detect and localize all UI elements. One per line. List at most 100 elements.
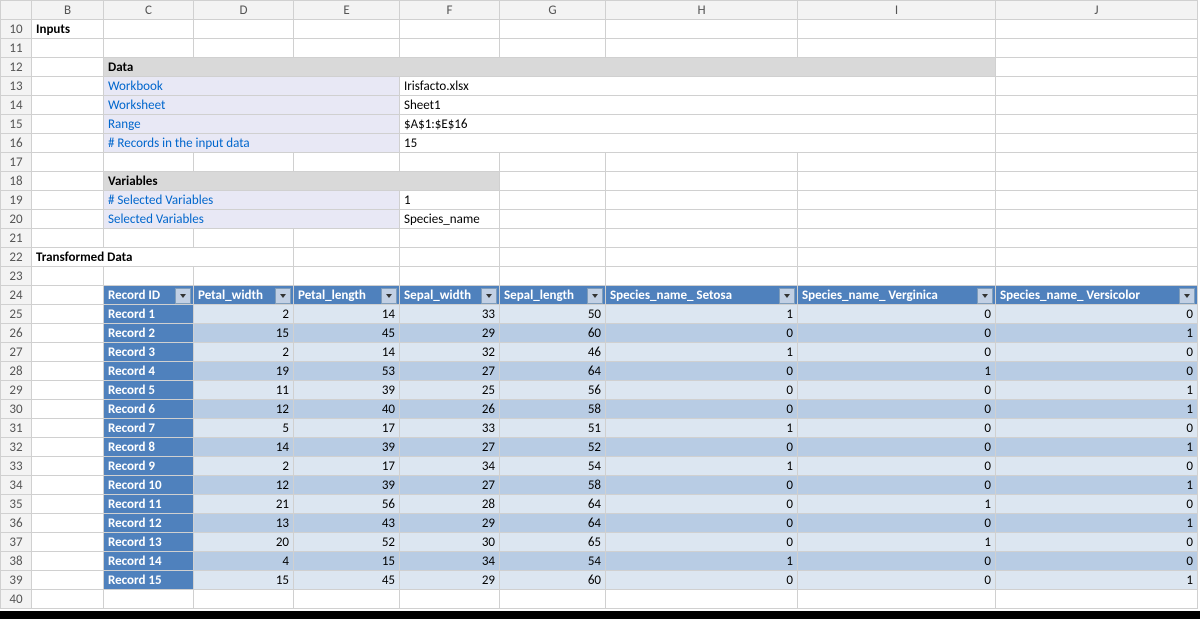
data-cell[interactable]: 5 (194, 419, 294, 438)
data-cell[interactable]: 14 (194, 438, 294, 457)
col-header[interactable]: H (606, 1, 798, 20)
data-cell[interactable]: 64 (500, 362, 606, 381)
data-cell[interactable]: 1 (996, 381, 1198, 400)
data-cell[interactable]: 27 (400, 438, 500, 457)
cell[interactable] (996, 191, 1198, 210)
data-cell[interactable]: 46 (500, 343, 606, 362)
cell[interactable] (606, 20, 798, 39)
cell[interactable] (606, 172, 798, 191)
cell[interactable] (606, 153, 798, 172)
data-cell[interactable]: 26 (400, 400, 500, 419)
data-cell[interactable]: 45 (294, 324, 400, 343)
data-cell[interactable]: 0 (996, 533, 1198, 552)
cell[interactable] (32, 476, 104, 495)
cell[interactable] (32, 96, 104, 115)
cell[interactable] (104, 20, 194, 39)
cell[interactable] (996, 39, 1198, 58)
table-column-header[interactable]: Species_name_ Verginica (798, 286, 996, 305)
cell[interactable] (500, 210, 606, 229)
data-cell[interactable]: 30 (400, 533, 500, 552)
row-header[interactable]: 16 (1, 134, 32, 153)
data-label[interactable]: Worksheet (104, 96, 400, 115)
data-cell[interactable]: 50 (500, 305, 606, 324)
data-cell[interactable]: 0 (798, 457, 996, 476)
cell[interactable] (798, 153, 996, 172)
data-cell[interactable]: 11 (194, 381, 294, 400)
cell[interactable] (32, 590, 104, 609)
data-cell[interactable]: 52 (500, 438, 606, 457)
data-label[interactable]: # Records in the input data (104, 134, 400, 153)
cell[interactable] (32, 457, 104, 476)
filter-dropdown-icon[interactable] (779, 288, 795, 304)
data-cell[interactable]: 1 (996, 324, 1198, 343)
data-cell[interactable]: 39 (294, 476, 400, 495)
data-cell[interactable]: 27 (400, 362, 500, 381)
data-cell[interactable]: 1 (996, 438, 1198, 457)
cell[interactable] (32, 305, 104, 324)
data-cell[interactable]: 1 (606, 343, 798, 362)
spreadsheet-grid[interactable]: B C D E F G H I J 10Inputs1112Data13Work… (0, 0, 1198, 609)
data-cell[interactable]: 2 (194, 343, 294, 362)
row-header[interactable]: 12 (1, 58, 32, 77)
cell[interactable] (606, 229, 798, 248)
data-cell[interactable]: 0 (606, 533, 798, 552)
table-column-header[interactable]: Sepal_width (400, 286, 500, 305)
col-header[interactable]: F (400, 1, 500, 20)
data-cell[interactable]: 1 (996, 400, 1198, 419)
row-header[interactable]: 15 (1, 115, 32, 134)
data-cell[interactable]: 13 (194, 514, 294, 533)
record-id-cell[interactable]: Record 9 (104, 457, 194, 476)
data-cell[interactable]: 2 (194, 305, 294, 324)
data-section-header[interactable]: Data (104, 58, 996, 77)
cell[interactable] (32, 229, 104, 248)
cell[interactable] (996, 248, 1198, 267)
data-cell[interactable]: 15 (294, 552, 400, 571)
cell[interactable] (32, 77, 104, 96)
data-cell[interactable]: 0 (606, 324, 798, 343)
cell[interactable] (32, 362, 104, 381)
cell[interactable] (996, 77, 1198, 96)
data-cell[interactable]: 12 (194, 476, 294, 495)
cell[interactable] (294, 153, 400, 172)
filter-dropdown-icon[interactable] (587, 288, 603, 304)
row-header[interactable]: 38 (1, 552, 32, 571)
cell[interactable] (500, 229, 606, 248)
data-cell[interactable]: 28 (400, 495, 500, 514)
record-id-cell[interactable]: Record 7 (104, 419, 194, 438)
data-cell[interactable]: 0 (606, 381, 798, 400)
col-header[interactable]: C (104, 1, 194, 20)
cell[interactable] (798, 267, 996, 286)
record-id-cell[interactable]: Record 15 (104, 571, 194, 590)
data-label[interactable]: Workbook (104, 77, 400, 96)
filter-dropdown-icon[interactable] (977, 288, 993, 304)
data-cell[interactable]: 1 (606, 419, 798, 438)
cell[interactable] (32, 172, 104, 191)
cell[interactable] (400, 153, 500, 172)
row-header[interactable]: 30 (1, 400, 32, 419)
cell[interactable] (104, 153, 194, 172)
cell[interactable] (996, 58, 1198, 77)
corner-cell[interactable] (1, 1, 32, 20)
cell[interactable] (32, 39, 104, 58)
data-cell[interactable]: 1 (606, 552, 798, 571)
cell[interactable] (500, 20, 606, 39)
row-header[interactable]: 23 (1, 267, 32, 286)
col-header[interactable]: D (194, 1, 294, 20)
col-header[interactable]: E (294, 1, 400, 20)
data-cell[interactable]: 56 (294, 495, 400, 514)
data-cell[interactable]: 29 (400, 324, 500, 343)
data-value[interactable]: 15 (400, 134, 996, 153)
data-cell[interactable]: 1 (798, 533, 996, 552)
data-cell[interactable]: 1 (798, 362, 996, 381)
cell[interactable] (798, 590, 996, 609)
data-cell[interactable]: 29 (400, 571, 500, 590)
cell[interactable] (500, 248, 606, 267)
cell[interactable] (996, 115, 1198, 134)
cell[interactable] (294, 267, 400, 286)
data-cell[interactable]: 33 (400, 419, 500, 438)
cell[interactable] (996, 134, 1198, 153)
cell[interactable] (996, 96, 1198, 115)
data-value[interactable]: Sheet1 (400, 96, 996, 115)
data-cell[interactable]: 0 (606, 438, 798, 457)
cell[interactable] (798, 229, 996, 248)
